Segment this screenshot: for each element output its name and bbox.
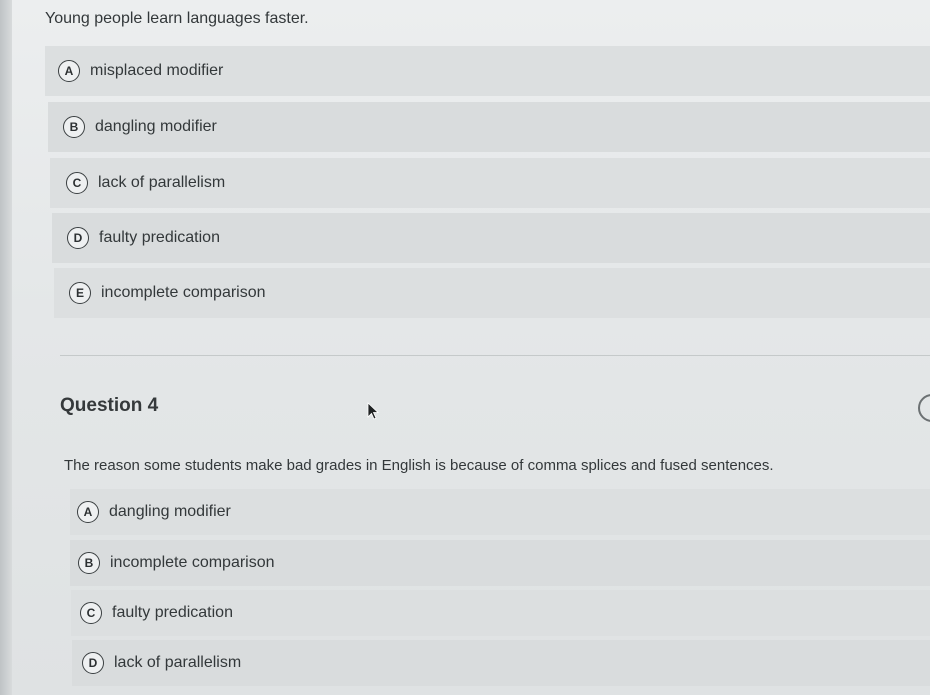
question-4-option-c[interactable]: C faulty predication [71,590,930,636]
option-letter-badge: A [58,60,80,82]
option-label: incomplete comparison [101,284,266,301]
option-label: misplaced modifier [90,62,224,79]
option-letter-badge: B [78,552,100,574]
mouse-pointer-icon [367,402,380,420]
option-letter-badge: E [69,282,91,304]
question-4-option-a[interactable]: A dangling modifier [70,489,930,535]
question-4-prompt: The reason some students make bad grades… [64,457,774,474]
option-label: incomplete comparison [110,554,275,571]
option-letter-badge: D [82,652,104,674]
question-divider [60,355,930,356]
option-label: dangling modifier [109,503,231,520]
option-letter-badge: D [67,227,89,249]
option-letter-badge: A [77,501,99,523]
question-4-option-d[interactable]: D lack of parallelism [72,640,930,686]
option-label: dangling modifier [95,118,217,135]
option-label: lack of parallelism [98,174,226,191]
question-3-option-c[interactable]: C lack of parallelism [50,158,930,208]
question-3-option-e[interactable]: E incomplete comparison [54,268,930,318]
monitor-bezel [0,0,12,695]
question-4-heading: Question 4 [60,395,159,416]
question-3-option-b[interactable]: B dangling modifier [48,102,930,152]
question-4-option-b[interactable]: B incomplete comparison [70,540,930,586]
option-label: lack of parallelism [114,654,242,671]
option-letter-badge: B [63,116,85,138]
question-3-prompt: Young people learn languages faster. [45,10,309,27]
question-3-option-d[interactable]: D faulty predication [52,213,930,263]
option-label: faulty predication [112,604,233,621]
option-label: faulty predication [99,229,220,246]
option-letter-badge: C [80,602,102,624]
option-letter-badge: C [66,172,88,194]
question-3-option-a[interactable]: A misplaced modifier [45,46,930,96]
